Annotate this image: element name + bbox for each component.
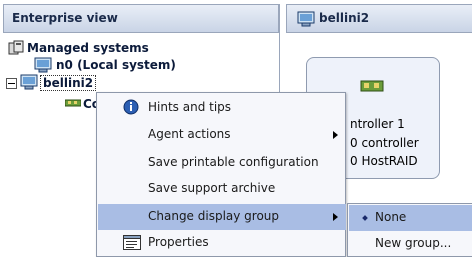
card-line-2: 0 controller <box>350 136 419 150</box>
card-line-1: ntroller 1 <box>350 117 405 131</box>
controller-card-icon <box>360 78 384 97</box>
card-line-3: 0 HostRAID <box>350 154 418 168</box>
menu-item-label: Properties <box>148 235 209 249</box>
submenu-item-new-group[interactable]: New group... <box>349 231 472 257</box>
system-icon <box>20 74 38 93</box>
submenu-arrow-icon <box>333 213 338 221</box>
menu-item-label: Hints and tips <box>148 100 232 114</box>
properties-icon <box>123 235 141 253</box>
system-icon <box>297 11 315 30</box>
menu-item-label: Change display group <box>148 209 280 223</box>
enterprise-view-header: Enterprise view <box>3 4 279 33</box>
tree-item-bellini2[interactable]: bellini2 <box>40 75 97 91</box>
managed-systems-icon <box>8 40 24 59</box>
submenu-item-label: New group... <box>375 236 452 250</box>
submenu-arrow-icon <box>333 131 338 139</box>
menu-item-properties[interactable]: Properties <box>98 230 346 256</box>
controller-icon <box>64 97 82 111</box>
display-group-submenu: None New group... <box>347 203 472 257</box>
collapse-toggle[interactable] <box>6 78 17 89</box>
tree-item-managed-systems[interactable]: Managed systems <box>27 41 149 55</box>
context-menu: Hints and tips Agent actions Save printa… <box>96 92 346 257</box>
menu-item-save-support-archive[interactable]: Save support archive <box>98 176 346 202</box>
submenu-item-label: None <box>375 210 407 224</box>
system-view-header: bellini2 <box>286 4 472 33</box>
selected-bullet-icon <box>362 215 368 221</box>
menu-item-hints-and-tips[interactable]: Hints and tips <box>98 95 346 121</box>
submenu-item-none[interactable]: None <box>349 205 472 231</box>
menu-item-agent-actions[interactable]: Agent actions <box>98 122 346 148</box>
menu-item-label: Agent actions <box>148 127 231 141</box>
menu-item-label: Save printable configuration <box>148 155 319 169</box>
enterprise-view-title: Enterprise view <box>12 11 118 25</box>
menu-item-change-display-group[interactable]: Change display group <box>98 204 346 230</box>
info-icon <box>123 99 139 118</box>
menu-item-save-printable-configuration[interactable]: Save printable configuration <box>98 150 346 176</box>
tree-item-n0[interactable]: n0 (Local system) <box>56 58 176 72</box>
system-view-title: bellini2 <box>319 11 370 25</box>
menu-item-label: Save support archive <box>148 181 276 195</box>
